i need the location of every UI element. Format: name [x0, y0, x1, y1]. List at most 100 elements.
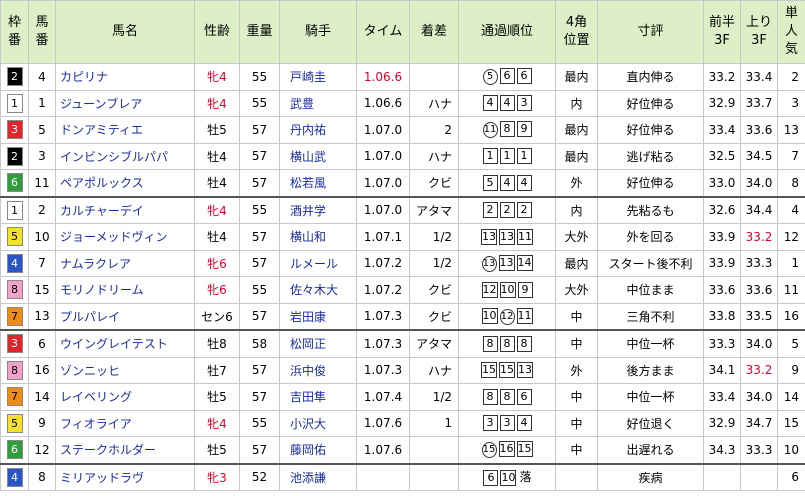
weight-cell: 55: [239, 196, 280, 224]
horse-name-link[interactable]: ウイングレイテスト: [55, 329, 195, 358]
horse-name-link[interactable]: レイベリング: [55, 383, 195, 411]
jockey-link[interactable]: 酒井学: [279, 196, 357, 224]
jockey-link[interactable]: 池添謙: [279, 463, 357, 491]
col-header-popularity: 単人気: [777, 0, 805, 64]
weight-cell: 55: [239, 89, 280, 117]
passing-order-cell: 15 16 15: [458, 436, 556, 465]
waku-cell: 3: [0, 329, 29, 358]
last3f-cell: 33.2: [740, 223, 778, 251]
weight-cell: 58: [239, 329, 280, 358]
waku-cell: 6: [0, 169, 29, 198]
horse-name-link[interactable]: カルチャーデイ: [55, 196, 195, 224]
jockey-link[interactable]: 岩田康: [279, 302, 357, 331]
comment-cell: 先粘るも: [597, 196, 704, 224]
time-cell: 1.07.0: [356, 196, 410, 224]
passing-boxed-number: 4: [499, 174, 515, 191]
umaban-cell: 6: [28, 329, 56, 358]
waku-cell: 5: [0, 409, 29, 437]
margin-cell: [409, 63, 459, 91]
horse-name-link[interactable]: ペアポルックス: [55, 169, 195, 198]
horse-name-link[interactable]: ジューンブレア: [55, 89, 195, 117]
jockey-link[interactable]: 吉田隼: [279, 383, 357, 411]
passing-boxed-number: 10: [500, 470, 517, 487]
jockey-link[interactable]: 小沢大: [279, 409, 357, 437]
horse-name-link[interactable]: カピリナ: [55, 63, 195, 91]
col-header-horse-name: 馬名: [55, 0, 195, 64]
passing-boxed-number: 16: [498, 441, 515, 458]
waku-badge: 2: [6, 146, 23, 166]
jockey-link[interactable]: 武豊: [279, 89, 357, 117]
horse-name-link[interactable]: ドンアミティエ: [55, 116, 195, 144]
weight-cell: 57: [239, 223, 280, 251]
last3f-cell: 34.4: [740, 196, 778, 224]
jockey-link[interactable]: 丹内祐: [279, 116, 357, 144]
passing-boxed-number: 15: [499, 362, 515, 379]
table-row: 2 4 カピリナ 牝4 55 戸崎圭 1.06.6 5 6 6 最内 直内伸る 33.2 33.4 2: [0, 63, 805, 91]
corner-position-cell: 最内: [555, 116, 598, 144]
time-cell: 1.07.2: [356, 276, 410, 304]
passing-boxed-number: 2: [482, 202, 498, 219]
first3f-cell: 33.6: [703, 276, 741, 304]
passing-boxed-number: 落: [519, 470, 532, 485]
horse-name-link[interactable]: モリノドリーム: [55, 276, 195, 304]
comment-cell: 好位伸る: [597, 169, 704, 198]
weight-cell: 57: [239, 116, 280, 144]
horse-name-link[interactable]: プルパレイ: [55, 302, 195, 331]
jockey-link[interactable]: 横山武: [279, 142, 357, 170]
horse-name-link[interactable]: ナムラクレア: [55, 249, 195, 277]
popularity-cell: 2: [777, 63, 805, 91]
table-row: 1 2 カルチャーデイ 牝4 55 酒井学 1.07.0 アタマ 2 2 2 内先粘るも 32.6 34.…: [0, 196, 805, 224]
jockey-link[interactable]: 横山和: [279, 223, 357, 251]
waku-cell: 2: [0, 63, 29, 91]
margin-cell: クビ: [409, 302, 459, 331]
table-row: 8 15 モリノドリーム 牝6 55 佐々木大 1.07.2 クビ 12 10 9 大外 中位まま 33.…: [0, 276, 805, 304]
jockey-link[interactable]: 松若風: [279, 169, 357, 198]
passing-circled-number: 15: [481, 442, 497, 459]
col-header-umaban: 馬番: [28, 0, 56, 64]
passing-boxed-number: 2: [516, 202, 532, 219]
passing-order-cell: 886: [458, 383, 556, 411]
passing-boxed-number: 1: [516, 148, 532, 165]
horse-name-link[interactable]: ジョーメッドヴィン: [55, 223, 195, 251]
jockey-link[interactable]: 戸崎圭: [279, 63, 357, 91]
jockey-link[interactable]: 松岡正: [279, 329, 357, 358]
last3f-cell: 33.6: [740, 116, 778, 144]
time-cell: 1.07.3: [356, 356, 410, 384]
umaban-cell: 8: [28, 463, 56, 491]
passing-boxed-number: 6: [483, 470, 499, 487]
passing-boxed-number: 11: [517, 228, 533, 245]
sex-age-cell: 牝6: [194, 249, 240, 277]
horse-name-link[interactable]: フィオライア: [55, 409, 195, 437]
popularity-cell: 8: [777, 169, 805, 198]
passing-order-cell: 443: [458, 89, 556, 117]
margin-cell: 1/2: [409, 249, 459, 277]
passing-boxed-number: 8: [482, 388, 498, 405]
passing-order-cell: 888: [458, 329, 556, 358]
corner-position-cell: 最内: [555, 63, 598, 91]
jockey-link[interactable]: ルメール: [279, 249, 357, 277]
passing-circled-number: 12: [499, 308, 515, 325]
margin-cell: [409, 463, 459, 491]
passing-boxed-number: 9: [517, 281, 533, 298]
last3f-cell: 33.4: [740, 63, 778, 91]
horse-name-link[interactable]: インビンシブルパパ: [55, 142, 195, 170]
popularity-cell: 14: [777, 383, 805, 411]
horse-name-link[interactable]: ゾンニッヒ: [55, 356, 195, 384]
time-cell: 1.07.6: [356, 409, 410, 437]
passing-boxed-number: 11: [516, 307, 533, 324]
table-row: 3 5 ドンアミティエ 牡5 57 丹内祐 1.07.0 2 11 8 9 最内 好位伸る 33.4 33.…: [0, 116, 805, 144]
popularity-cell: 10: [777, 436, 805, 465]
passing-boxed-number: 1: [482, 148, 498, 165]
passing-order-cell: 111: [458, 142, 556, 170]
margin-cell: ハナ: [409, 89, 459, 117]
weight-cell: 52: [239, 463, 280, 491]
time-cell: 1.07.3: [356, 302, 410, 331]
jockey-link[interactable]: 藤岡佑: [279, 436, 357, 465]
jockey-link[interactable]: 浜中俊: [279, 356, 357, 384]
horse-name-link[interactable]: ミリアッドラヴ: [55, 463, 195, 491]
jockey-link[interactable]: 佐々木大: [279, 276, 357, 304]
horse-name-link[interactable]: ステークホルダー: [55, 436, 195, 465]
first3f-cell: 33.8: [703, 302, 741, 331]
sex-age-cell: 牝4: [194, 409, 240, 437]
corner-position-cell: 内: [555, 196, 598, 224]
